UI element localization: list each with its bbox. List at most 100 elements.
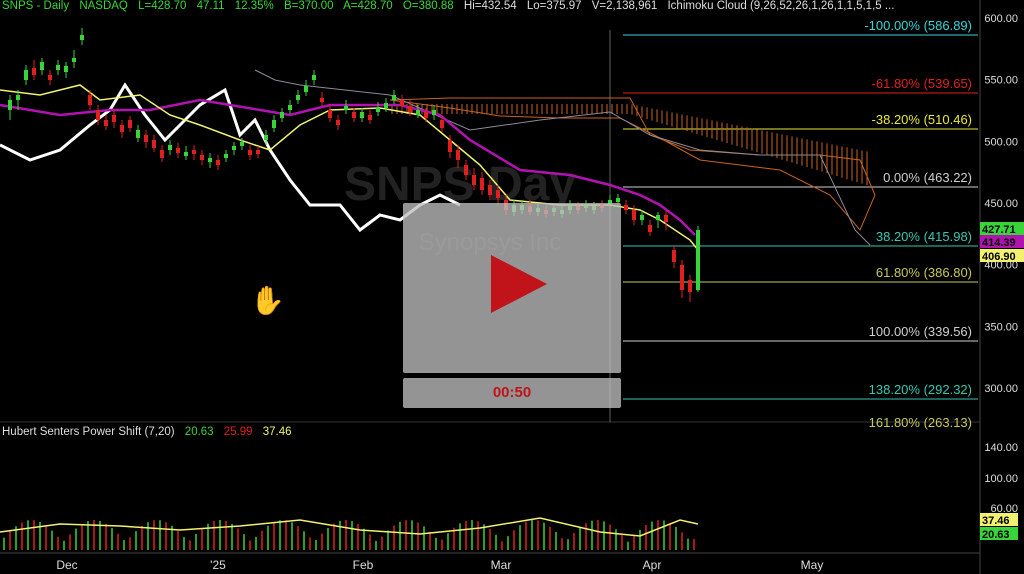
fib-label: -100.00% (586.89) (864, 18, 972, 33)
candle-body (32, 68, 36, 75)
video-player-overlay[interactable] (403, 203, 621, 373)
volume-value: V=2,138,961 (591, 0, 658, 12)
candle-body (152, 140, 156, 148)
candle-body (248, 150, 252, 155)
candle-body (448, 140, 452, 152)
change-percent: 12.35% (234, 0, 274, 12)
candle-body (104, 120, 108, 126)
exchange-label: NASDAQ (79, 0, 128, 12)
fib-label: 0.00% (463.22) (883, 170, 972, 185)
candle-body (264, 135, 268, 140)
candle-body (352, 112, 356, 118)
candle-body (112, 115, 116, 122)
fib-label: 100.00% (339.56) (869, 324, 972, 339)
candle-body (488, 185, 492, 195)
candle-body (304, 86, 308, 92)
candle-body (672, 250, 676, 262)
candle-body (272, 120, 276, 128)
low-price: Lo=375.97 (526, 0, 582, 12)
candle-body (424, 112, 428, 118)
sub-tag-label: 20.63 (982, 529, 1010, 541)
candle-body (464, 165, 468, 175)
sub-indicator-value-1: 20.63 (184, 426, 214, 438)
price-tick-label: 350.00 (984, 321, 1018, 333)
candle-body (496, 190, 500, 198)
candle-body (384, 103, 388, 108)
candle-body (624, 205, 628, 210)
candle-body (376, 108, 380, 112)
candle-body (456, 150, 460, 160)
candle-body (176, 148, 180, 153)
price-tag-label: 406.90 (982, 251, 1016, 263)
last-price: L=428.70 (138, 0, 187, 12)
candle-body (8, 100, 12, 110)
candle-body (168, 145, 172, 150)
time-tick-label: Mar (491, 558, 512, 572)
price-tick-label: 300.00 (984, 383, 1018, 395)
sub-tick-label: 100.00 (984, 473, 1018, 485)
bid-price: B=370.00 (283, 0, 334, 12)
indicator-label: Ichimoku Cloud (9,26,52,26,1,26,1,1,5,1,… (667, 0, 895, 12)
candle-body (392, 95, 396, 100)
candle-body (368, 115, 372, 120)
candle-body (16, 95, 20, 100)
fib-label: -38.20% (510.46) (872, 112, 972, 127)
candle-body (696, 230, 700, 290)
price-tag-label: 427.71 (982, 224, 1016, 236)
open-price: O=380.88 (402, 0, 454, 12)
play-icon[interactable] (491, 255, 547, 313)
candle-body (400, 100, 404, 106)
price-tick-label: 600.00 (984, 13, 1018, 25)
price-tick-label: 550.00 (984, 75, 1018, 87)
candle-body (440, 120, 444, 128)
candle-body (256, 150, 260, 154)
candle-body (288, 105, 292, 110)
candle-body (640, 215, 644, 220)
candle-body (632, 210, 636, 220)
candle-body (48, 75, 52, 80)
candle-body (184, 152, 188, 156)
time-tick-label: '25 (210, 558, 226, 572)
candle-body (688, 280, 692, 292)
candle-body (224, 154, 228, 158)
candle-body (24, 70, 28, 80)
sub-indicator-value-3: 37.46 (262, 426, 292, 438)
candle-body (208, 158, 212, 162)
candle-body (88, 95, 92, 105)
high-price: Hi=432.54 (463, 0, 517, 12)
candle-body (232, 146, 236, 150)
candle-body (648, 225, 652, 232)
candle-body (656, 215, 660, 220)
price-tag-label: 414.39 (982, 237, 1016, 249)
fib-label: 138.20% (292.32) (869, 382, 972, 397)
candle-body (312, 75, 316, 80)
fib-label: -61.80% (539.65) (872, 76, 972, 91)
candle-body (80, 35, 84, 40)
candle-body (336, 120, 340, 125)
time-tick-label: May (801, 558, 824, 572)
candle-body (296, 95, 300, 100)
candle-body (136, 130, 140, 138)
candle-body (408, 106, 412, 112)
fib-label: 38.20% (415.98) (876, 229, 972, 244)
sub-indicator-value-2: 25.99 (223, 426, 253, 438)
candle-body (416, 110, 420, 115)
change-value: 47.11 (196, 0, 225, 12)
chart-header: SNPS - Daily NASDAQ L=428.70 47.11 12.35… (2, 0, 901, 14)
candle-body (480, 178, 484, 190)
price-tick-label: 500.00 (984, 136, 1018, 148)
candle-body (616, 198, 620, 202)
candle-body (360, 112, 364, 118)
candle-body (40, 62, 44, 70)
candle-body (96, 110, 100, 120)
power-shift-line (0, 517, 699, 537)
candle-body (432, 110, 436, 115)
candle-body (472, 175, 476, 185)
sub-tag-label: 37.46 (982, 515, 1010, 527)
candle-body (56, 65, 60, 70)
candle-body (664, 215, 668, 222)
symbol-label: SNPS - Daily (2, 0, 70, 12)
candle-body (328, 110, 332, 118)
video-timer: 00:50 (403, 378, 621, 408)
sub-indicator-header: Hubert Senters Power Shift (7,20) 20.63 … (2, 426, 299, 438)
